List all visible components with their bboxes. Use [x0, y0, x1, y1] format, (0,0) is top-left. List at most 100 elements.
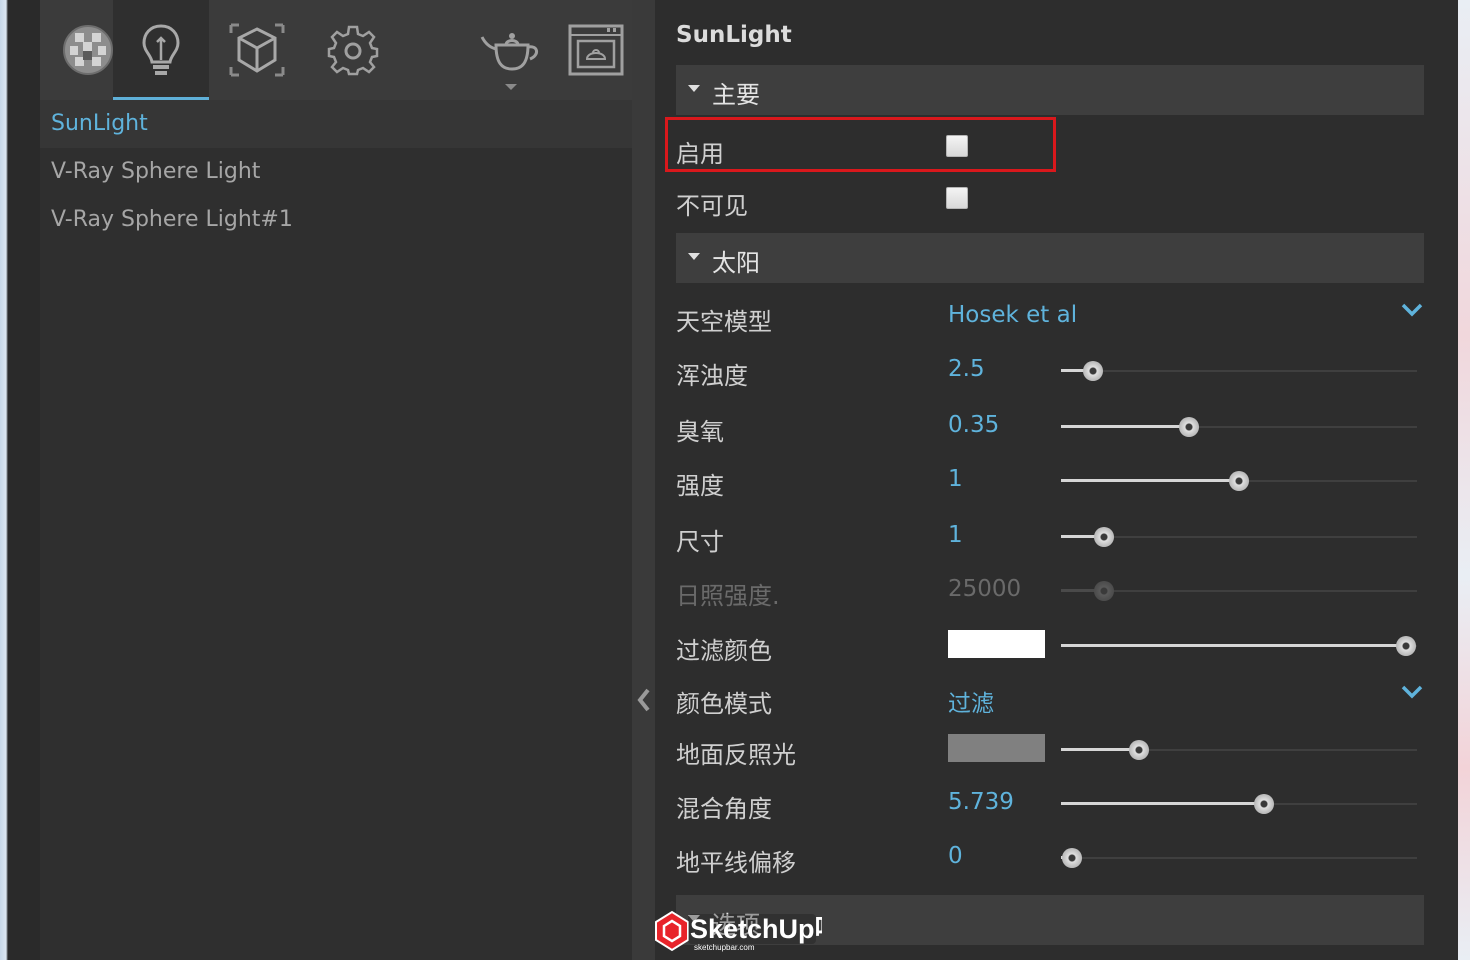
chevron-down-icon[interactable] — [1400, 298, 1424, 322]
list-item[interactable]: V-Ray Sphere Light — [40, 148, 632, 196]
ground-albedo-slider[interactable] — [1061, 725, 1417, 775]
section-sun-header[interactable]: 太阳 — [676, 233, 1424, 283]
row-label: 臭氧 — [676, 418, 724, 446]
slider-handle[interactable] — [1229, 471, 1249, 491]
row-label: 混合角度 — [676, 795, 772, 823]
slider-fill — [1061, 644, 1406, 647]
slider-handle[interactable] — [1254, 794, 1274, 814]
row-color-mode: 颜色模式 过滤 — [676, 674, 1424, 724]
annotation-highlight-box — [665, 117, 1056, 172]
panel-splitter[interactable] — [632, 0, 655, 960]
frame-buffer-icon — [568, 24, 624, 76]
row-label: 过滤颜色 — [676, 637, 772, 665]
row-ground-albedo: 地面反照光 — [676, 725, 1424, 775]
row-label: 日照强度. — [676, 582, 780, 610]
ozone-slider[interactable] — [1061, 402, 1417, 452]
illuminance-value: 25000 — [948, 576, 1022, 602]
slider-handle[interactable] — [1094, 527, 1114, 547]
slider-fill — [1061, 479, 1239, 482]
illuminance-slider — [1061, 566, 1417, 616]
row-size: 尺寸 1 — [676, 512, 1424, 562]
row-turbidity: 浑浊度 2.5 — [676, 346, 1424, 396]
slider-handle[interactable] — [1083, 361, 1103, 381]
row-label: 地面反照光 — [676, 741, 796, 769]
slider-handle[interactable] — [1396, 636, 1416, 656]
intensity-value[interactable]: 1 — [948, 466, 963, 492]
section-main-header[interactable]: 主要 — [676, 65, 1424, 115]
row-intensity: 强度 1 — [676, 456, 1424, 506]
row-label: 不可见 — [676, 192, 748, 220]
size-slider[interactable] — [1061, 512, 1417, 562]
tab-lights[interactable] — [113, 0, 209, 100]
material-sphere-icon — [63, 25, 113, 75]
slider-handle — [1094, 581, 1114, 601]
slider-handle[interactable] — [1179, 417, 1199, 437]
asset-title: SunLight — [676, 22, 792, 48]
slider-fill — [1061, 425, 1189, 428]
filter-color-slider[interactable] — [1061, 621, 1417, 671]
slider-track — [1061, 370, 1417, 372]
row-blend-angle: 混合角度 5.739 — [676, 779, 1424, 829]
slider-handle[interactable] — [1129, 740, 1149, 760]
gear-icon — [327, 25, 379, 76]
render-dropdown-caret[interactable] — [505, 84, 517, 90]
section-label: 太阳 — [712, 249, 760, 277]
list-item[interactable]: V-Ray Sphere Light#1 — [40, 196, 632, 244]
teapot-icon — [480, 33, 538, 71]
tab-settings[interactable] — [305, 0, 401, 100]
light-list-empty-area — [40, 244, 632, 960]
collapse-triangle-icon — [688, 253, 700, 260]
asset-list-panel: SunLight V-Ray Sphere Light V-Ray Sphere… — [40, 0, 632, 960]
sky-model-dropdown[interactable]: Hosek et al — [948, 302, 1077, 328]
color-mode-dropdown[interactable]: 过滤 — [948, 684, 994, 718]
blend-angle-value[interactable]: 5.739 — [948, 789, 1014, 815]
row-ozone: 臭氧 0.35 — [676, 402, 1424, 452]
list-item[interactable]: SunLight — [40, 100, 632, 148]
ground-albedo-swatch[interactable] — [948, 734, 1045, 762]
turbidity-value[interactable]: 2.5 — [948, 356, 985, 382]
window-frame-left — [0, 0, 40, 960]
vray-asset-editor: SunLight V-Ray Sphere Light V-Ray Sphere… — [0, 0, 1470, 960]
horizon-offset-value[interactable]: 0 — [948, 843, 963, 869]
row-horizon-offset: 地平线偏移 0 — [676, 833, 1424, 883]
properties-panel: SunLight 主要 启用 不可见 太阳 天空模型 Hosek et al 浑… — [655, 0, 1458, 960]
row-label: 颜色模式 — [676, 690, 772, 718]
slider-handle[interactable] — [1062, 848, 1082, 868]
row-filter-color: 过滤颜色 — [676, 621, 1424, 671]
frame-buffer-button[interactable] — [560, 0, 632, 100]
row-label: 尺寸 — [676, 528, 724, 556]
slider-track — [1061, 536, 1417, 538]
horizon-offset-slider[interactable] — [1061, 833, 1417, 883]
filter-color-swatch[interactable] — [948, 630, 1045, 658]
ozone-value[interactable]: 0.35 — [948, 412, 999, 438]
watermark-text: SketchUp吧 — [690, 914, 822, 944]
row-illuminance: 日照强度. 25000 — [676, 566, 1424, 616]
collapse-left-icon[interactable] — [636, 686, 652, 714]
row-label: 地平线偏移 — [676, 849, 796, 877]
asset-category-toolbar — [40, 0, 632, 100]
slider-fill — [1061, 748, 1139, 751]
size-value[interactable]: 1 — [948, 522, 963, 548]
sketchupbar-watermark-logo: SketchUp吧 sketchupbar.com — [655, 910, 822, 952]
chevron-down-icon[interactable] — [1400, 680, 1424, 704]
slider-fill — [1061, 802, 1264, 805]
invisible-checkbox[interactable] — [946, 187, 968, 209]
light-list: SunLight V-Ray Sphere Light V-Ray Sphere… — [40, 100, 632, 244]
turbidity-slider[interactable] — [1061, 346, 1417, 396]
collapse-triangle-icon — [688, 85, 700, 92]
lightbulb-icon — [142, 24, 180, 75]
cube-icon — [229, 23, 285, 77]
slider-track — [1061, 857, 1417, 859]
tab-geometry[interactable] — [209, 0, 305, 100]
slider-track — [1061, 590, 1417, 592]
section-label: 主要 — [712, 81, 760, 109]
window-frame-right — [1458, 0, 1470, 960]
row-label: 天空模型 — [676, 308, 772, 336]
watermark-subtext: sketchupbar.com — [694, 943, 755, 952]
intensity-slider[interactable] — [1061, 456, 1417, 506]
row-label: 浑浊度 — [676, 362, 748, 390]
blend-angle-slider[interactable] — [1061, 779, 1417, 829]
row-sky-model: 天空模型 Hosek et al — [676, 292, 1424, 342]
row-invisible: 不可见 — [676, 176, 1424, 226]
row-label: 强度 — [676, 472, 724, 500]
